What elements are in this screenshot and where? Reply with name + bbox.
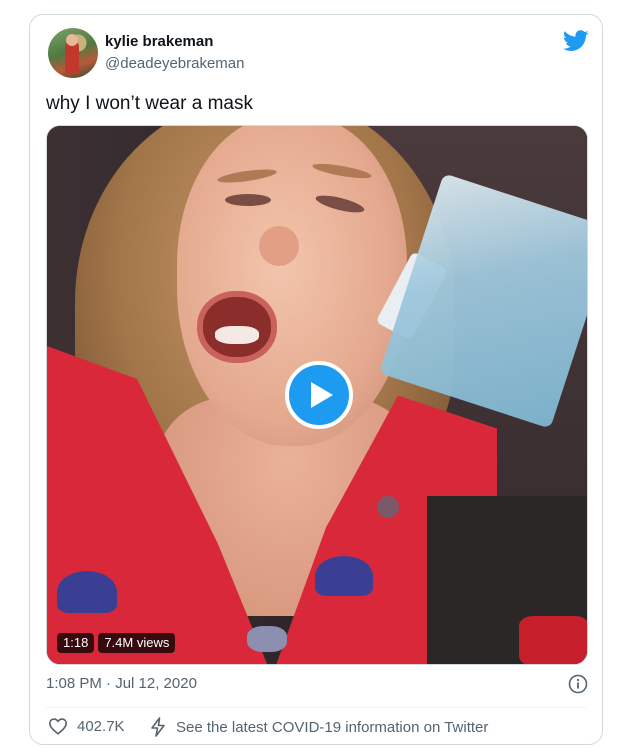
video-teeth [215,326,259,344]
play-button[interactable] [285,361,353,429]
like-button[interactable]: 402.7K [48,717,125,735]
tweet-timestamp[interactable]: 1:08 PM · Jul 12, 2020 [46,675,197,692]
play-icon [310,382,333,408]
video-nose [259,226,299,266]
tweet-text: why I won’t wear a mask [46,93,253,114]
bolt-icon [151,717,165,737]
video-shirt-print-hat [315,556,373,596]
heart-icon [48,718,68,735]
video-shirt-print-flower [377,496,399,518]
covid-info-text: See the latest COVID-19 information on T… [176,718,489,736]
avatar[interactable] [48,28,98,78]
video-meta: 1:18 7.4M views [57,633,176,653]
video-shirt-print-hat [57,571,117,613]
video-shirt-print-flower [247,626,287,652]
like-count: 402.7K [77,717,125,735]
video-views: 7.4M views [98,633,176,653]
video-eye-left [225,194,271,206]
video-red-cloth [519,616,587,664]
divider [46,707,586,708]
info-icon[interactable] [568,674,588,694]
twitter-bird-icon[interactable] [563,30,589,52]
author-name[interactable]: kylie brakeman [105,33,213,50]
covid-info-link[interactable]: See the latest COVID-19 information on T… [150,717,488,737]
video-player[interactable]: 1:18 7.4M views [46,125,588,665]
avatar-head [66,34,78,46]
video-duration: 1:18 [57,633,95,653]
author-handle[interactable]: @deadeyebrakeman [105,55,244,72]
tweet-card: kylie brakeman @deadeyebrakeman why I wo… [29,14,603,745]
